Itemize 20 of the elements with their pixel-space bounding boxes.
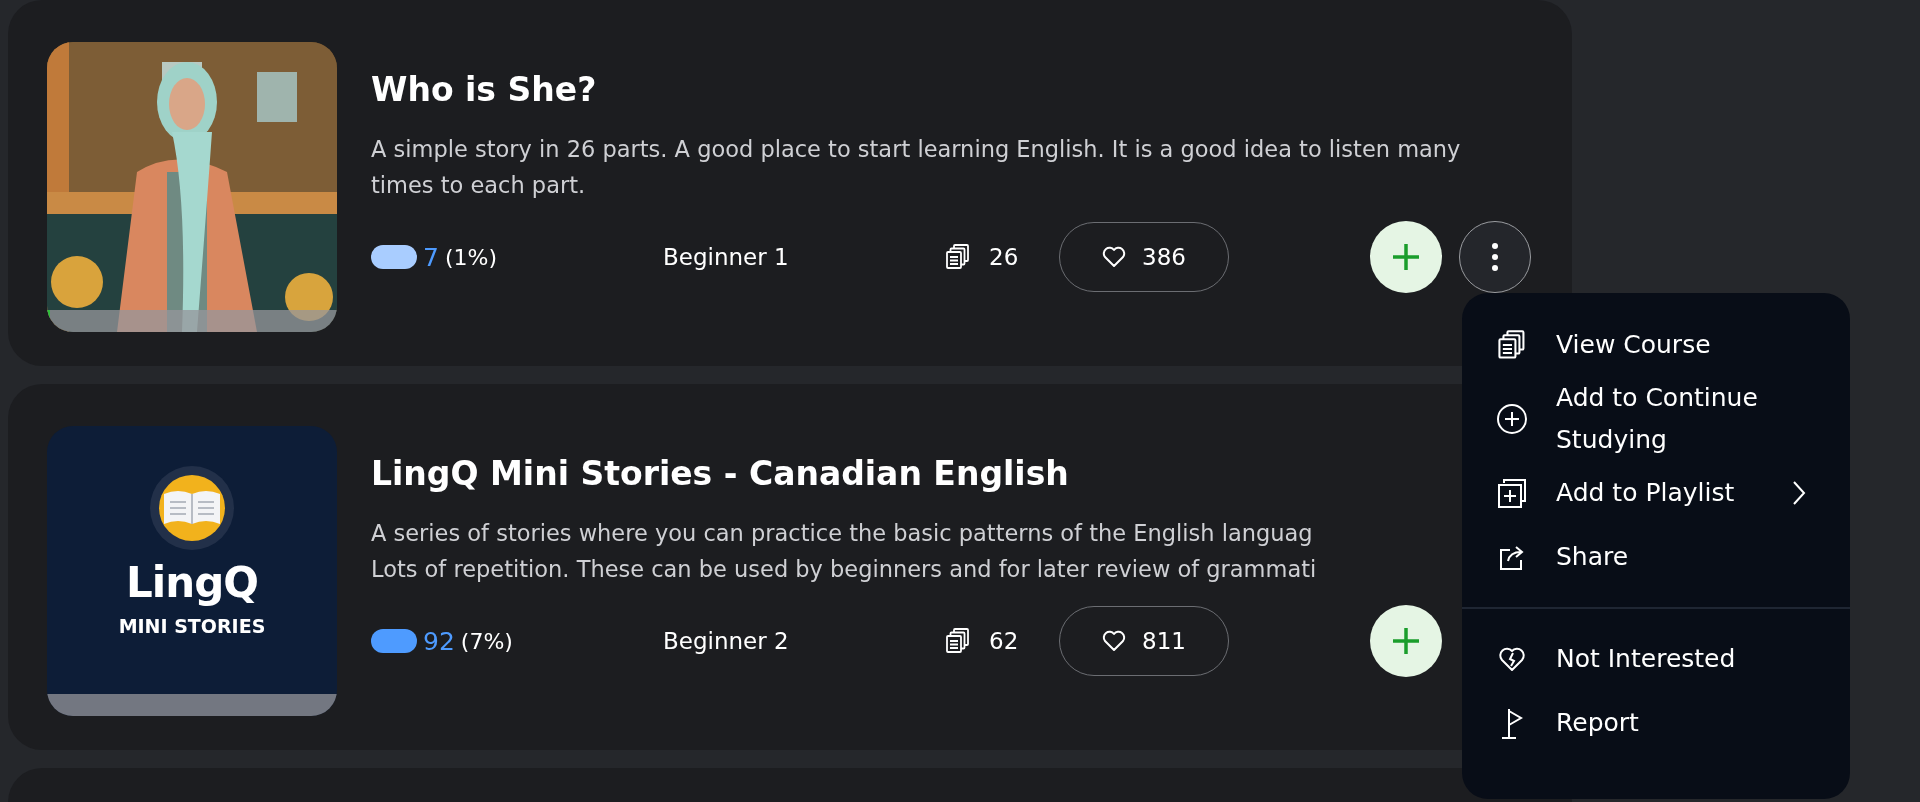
known-words-percent: (1%) — [444, 244, 497, 270]
menu-item[interactable]: View Course — [1462, 313, 1850, 377]
course-title[interactable]: Who is She? — [371, 70, 597, 109]
course-title[interactable]: LingQ Mini Stories - Canadian English — [371, 454, 1069, 493]
lesson-count: 26 — [989, 244, 1019, 270]
known-words-count: 92 — [423, 626, 455, 656]
lesson-count: 62 — [989, 628, 1019, 654]
menu-item[interactable]: Report — [1462, 691, 1850, 755]
course-description: A simple story in 26 parts. A good place to start learning English. It is a good idea to listen many times to each part. — [371, 135, 1461, 200]
brand-name: LingQ — [126, 558, 258, 607]
known-words-percent: (7%) — [460, 628, 513, 654]
menu-item[interactable]: Add to Continue Studying — [1462, 377, 1850, 461]
course-description: A series of stories where you can practice the basic patterns of the English languag Lots of repetition. These can be used by beginners and for later review of grammati — [371, 519, 1317, 584]
difficulty-level: Beginner 2 — [663, 628, 790, 654]
menu-item[interactable]: Add to Playlist — [1462, 461, 1850, 525]
menu-item[interactable]: Not Interested — [1462, 627, 1850, 691]
known-words-count: 7 — [423, 242, 439, 272]
cover-subtitle: MINI STORIES — [118, 615, 266, 637]
difficulty-level: Beginner 1 — [663, 244, 790, 270]
menu-item[interactable]: Share — [1462, 525, 1850, 589]
